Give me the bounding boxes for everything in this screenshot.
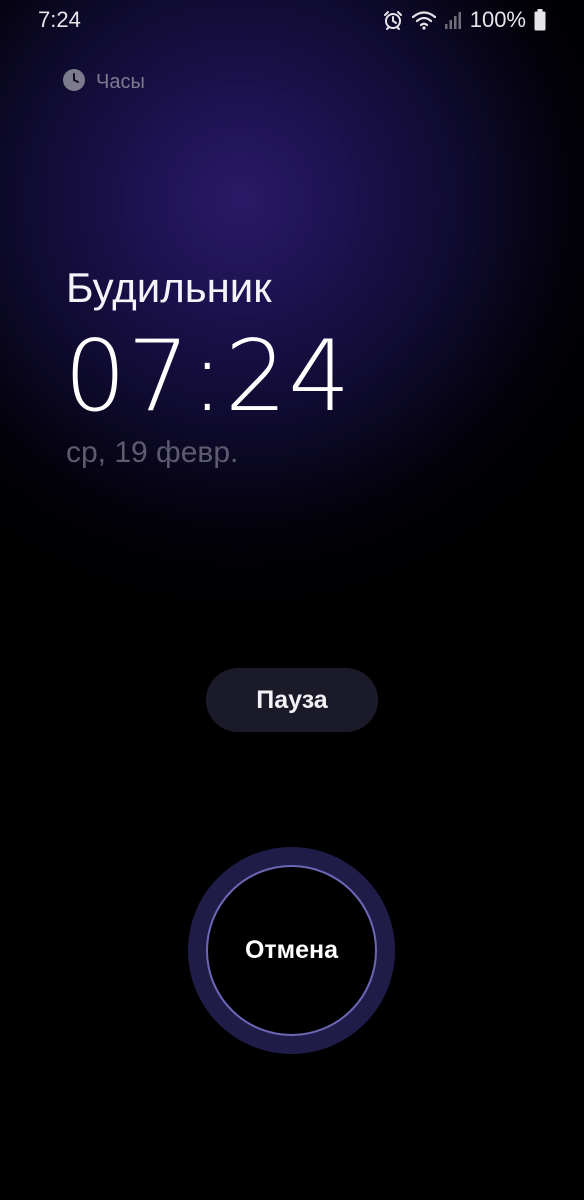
alarm-title: Будильник	[66, 264, 272, 311]
clock-icon	[62, 68, 86, 97]
alarm-date: ср, 19 февр.	[66, 436, 239, 469]
app-name: Часы	[96, 71, 145, 93]
battery-icon	[534, 9, 546, 31]
dismiss-button[interactable]: Отмена	[188, 847, 395, 1054]
battery-percent: 100%	[469, 7, 526, 32]
status-bar: 7:24 100%	[0, 0, 584, 40]
status-icons: 100%	[382, 6, 546, 34]
dismiss-button-inner[interactable]: Отмена	[206, 865, 377, 1036]
status-time: 7:24	[38, 7, 81, 32]
snooze-button[interactable]: Пауза	[206, 668, 378, 732]
alarm-icon	[382, 9, 404, 31]
signal-icon	[444, 10, 462, 30]
dismiss-label: Отмена	[244, 936, 339, 964]
wifi-icon	[411, 10, 436, 30]
alarm-time: 07:24	[64, 320, 352, 434]
app-label: Часы	[62, 68, 145, 97]
